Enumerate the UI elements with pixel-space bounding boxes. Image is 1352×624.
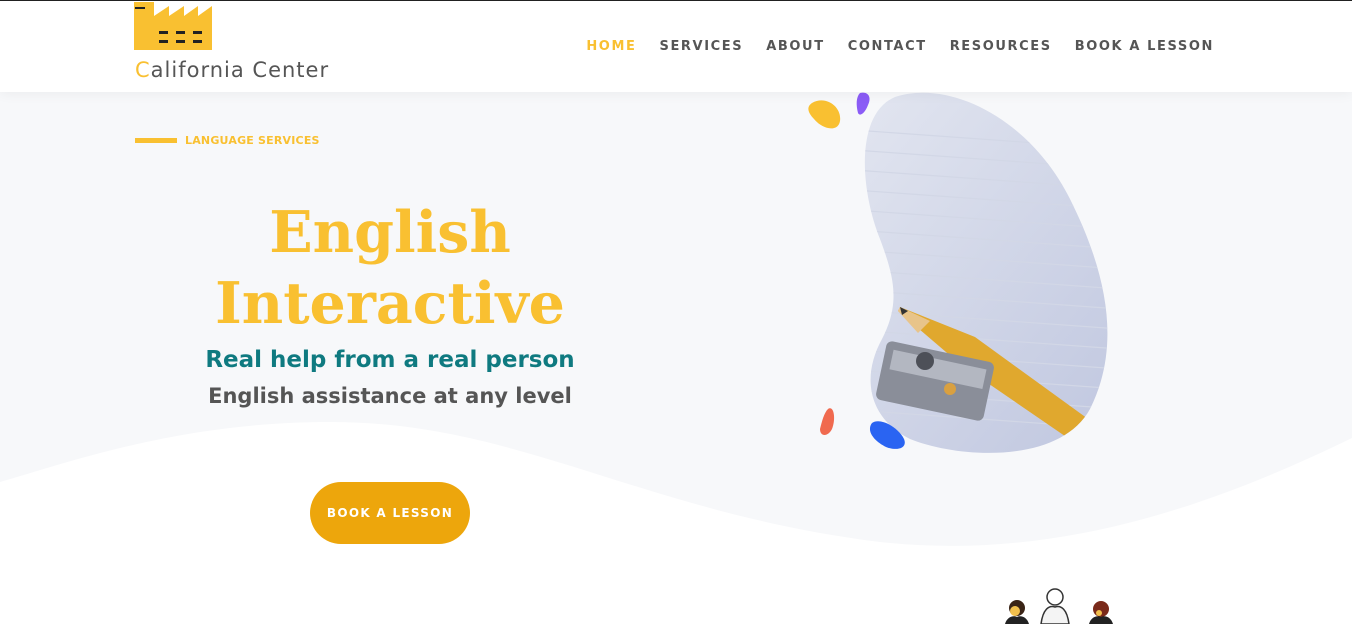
nav-about[interactable]: ABOUT bbox=[766, 39, 824, 54]
site-header: California Center HOME SERVICES ABOUT CO… bbox=[0, 1, 1352, 92]
nav-home[interactable]: HOME bbox=[586, 39, 636, 54]
nav-services[interactable]: SERVICES bbox=[659, 39, 743, 54]
hero-subtitle: Real help from a real person bbox=[205, 347, 575, 373]
eyebrow-label: LANGUAGE SERVICES bbox=[185, 134, 320, 147]
site-name-rest: alifornia Center bbox=[150, 58, 330, 82]
pencil-sharpener-photo bbox=[808, 92, 1108, 453]
site-name[interactable]: California Center bbox=[135, 58, 329, 82]
hero-title-line1: English bbox=[269, 199, 511, 266]
eyebrow-accent-bar bbox=[135, 138, 177, 143]
nav-contact[interactable]: CONTACT bbox=[848, 39, 927, 54]
people-illustration bbox=[1005, 588, 1113, 624]
factory-icon[interactable] bbox=[134, 2, 212, 50]
main-nav: HOME SERVICES ABOUT CONTACT RESOURCES BO… bbox=[563, 39, 1214, 54]
hero-tagline: English assistance at any level bbox=[208, 384, 572, 408]
hero-title: English Interactive bbox=[140, 197, 640, 339]
book-a-lesson-button[interactable]: BOOK A LESSON bbox=[310, 482, 470, 544]
site-name-initial: C bbox=[135, 58, 151, 82]
hero-title-line2: Interactive bbox=[215, 270, 565, 337]
nav-book-a-lesson[interactable]: BOOK A LESSON bbox=[1075, 39, 1214, 54]
nav-resources[interactable]: RESOURCES bbox=[950, 39, 1052, 54]
